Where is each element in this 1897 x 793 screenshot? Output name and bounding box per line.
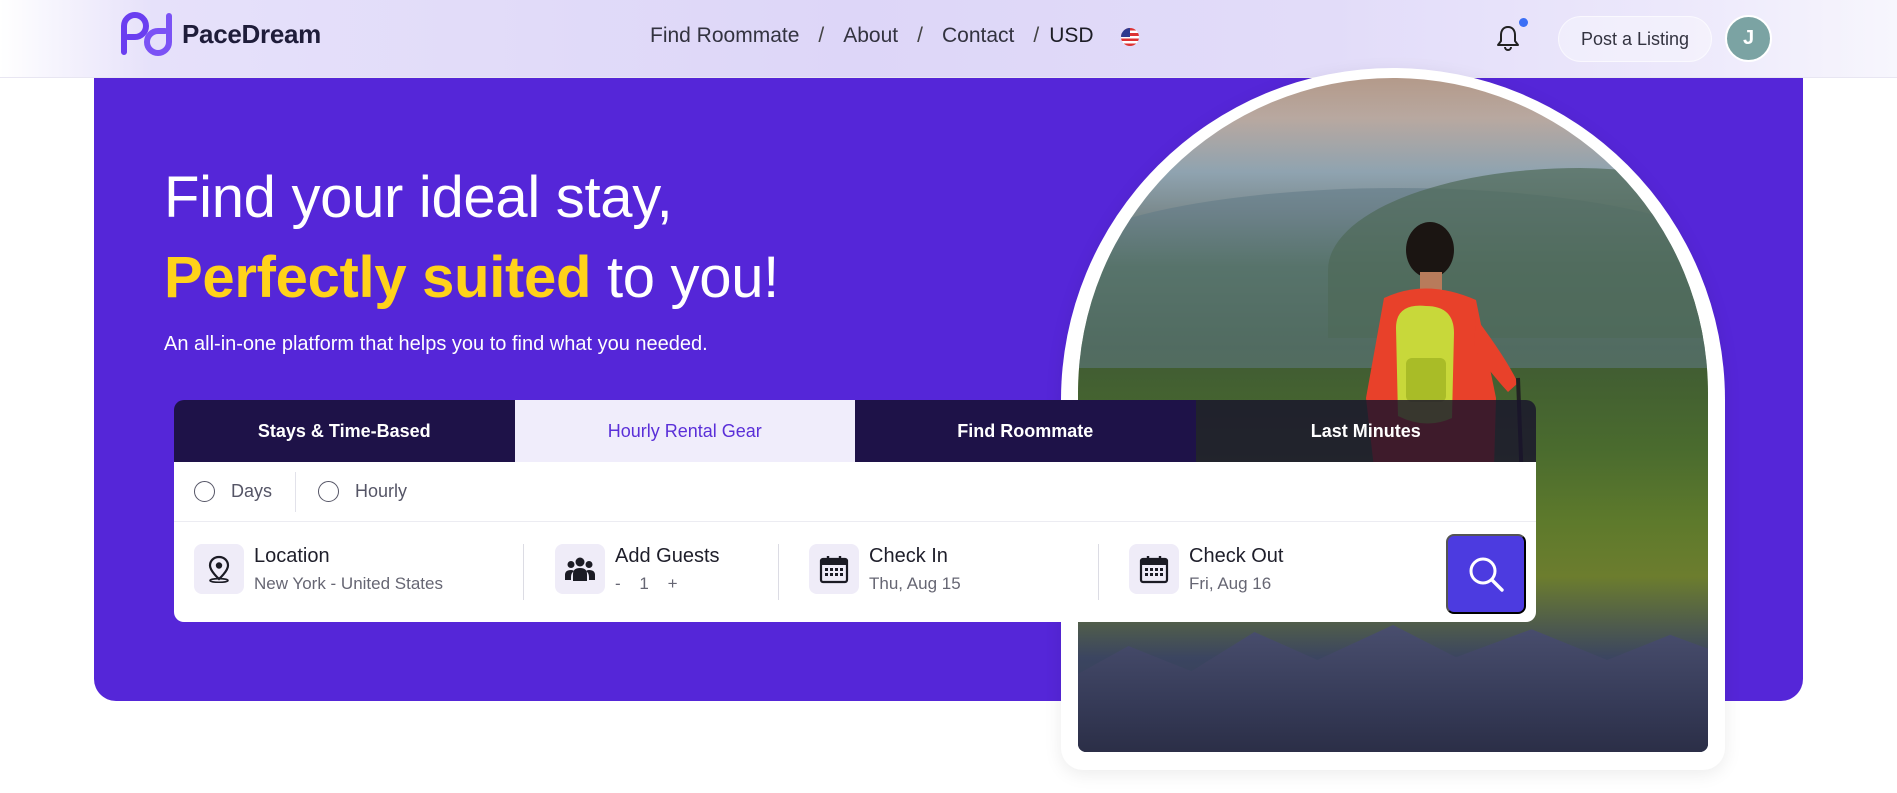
radio-hourly[interactable]: Hourly (318, 481, 407, 502)
bell-icon[interactable] (1495, 24, 1521, 52)
guests-minus-button[interactable]: - (615, 574, 623, 593)
hero-title-line1: Find your ideal stay, (164, 165, 673, 230)
nav-contact[interactable]: Contact (942, 24, 1014, 48)
currency-selector[interactable]: USD (1049, 24, 1093, 48)
logo-icon (121, 12, 172, 56)
post-listing-button[interactable]: Post a Listing (1558, 16, 1712, 62)
flag-us-icon[interactable] (1121, 28, 1139, 46)
brand-name: PaceDream (182, 18, 321, 49)
radio-circle[interactable] (318, 481, 339, 502)
check-in-label: Check In (869, 545, 948, 567)
radio-days-label: Days (231, 481, 273, 501)
nav-separator: / (1033, 24, 1040, 47)
brand-logo[interactable]: PaceDream (118, 12, 321, 56)
nav-separator: / (818, 24, 825, 47)
tab-hourly-rental-gear[interactable]: Hourly Rental Gear (514, 400, 855, 462)
nav-find-roommate[interactable]: Find Roommate (650, 24, 799, 48)
guests-stepper: - 1 + (615, 574, 720, 594)
tab-last-minutes[interactable]: Last Minutes (1195, 400, 1536, 462)
radio-circle[interactable] (194, 481, 215, 502)
guests-plus-button[interactable]: + (668, 574, 680, 593)
tab-find-roommate[interactable]: Find Roommate (855, 400, 1196, 462)
check-in-value: Thu, Aug 15 (869, 574, 961, 593)
hero-highlight: Perfectly suited (164, 245, 592, 310)
field-divider (523, 544, 524, 600)
location-field[interactable]: Location New York - United States (194, 544, 443, 594)
calendar-icon (819, 556, 849, 584)
location-pin-icon (208, 555, 230, 583)
field-divider (1098, 544, 1099, 600)
hero-title-rest: to you! (591, 245, 779, 310)
main-nav: Find Roommate / About / Contact / USD (650, 24, 1094, 48)
users-icon (565, 557, 595, 581)
check-in-field[interactable]: Check In Thu, Aug 15 (809, 544, 961, 594)
search-tabs: Stays & Time-Based Hourly Rental Gear Fi… (174, 400, 1536, 462)
location-value: New York - United States (254, 574, 443, 593)
calendar-icon (1139, 556, 1169, 584)
location-label: Location (254, 545, 330, 567)
guests-icon-box (555, 544, 605, 594)
nav-about[interactable]: About (843, 24, 898, 48)
radio-divider (295, 472, 296, 512)
check-out-value: Fri, Aug 16 (1189, 574, 1272, 593)
nav-separator: / (917, 24, 923, 47)
avatar[interactable]: J (1725, 15, 1772, 62)
hero-title-line2: Perfectly suited to you! (164, 244, 779, 311)
search-button[interactable] (1446, 534, 1526, 614)
search-icon (1469, 557, 1504, 592)
notification-dot (1519, 18, 1528, 27)
search-panel: Days Hourly Location New York - United S… (174, 462, 1536, 622)
radio-hourly-label: Hourly (355, 481, 408, 501)
guests-field: Add Guests - 1 + (555, 544, 720, 594)
location-icon-box (194, 544, 244, 594)
guests-label: Add Guests (615, 545, 720, 567)
check-out-field[interactable]: Check Out Fri, Aug 16 (1129, 544, 1283, 594)
duration-radio-group: Days Hourly (174, 462, 1536, 522)
hero-subtitle: An all-in-one platform that helps you to… (164, 333, 708, 355)
rocks-shape (1078, 625, 1708, 752)
search-widget: Stays & Time-Based Hourly Rental Gear Fi… (174, 400, 1536, 622)
check-in-icon-box (809, 544, 859, 594)
field-divider (778, 544, 779, 600)
check-out-label: Check Out (1189, 545, 1284, 567)
top-nav-bar: PaceDream Find Roommate / About / Contac… (0, 0, 1897, 78)
check-out-icon-box (1129, 544, 1179, 594)
tab-stays-time-based[interactable]: Stays & Time-Based (174, 400, 515, 462)
guests-count: 1 (639, 574, 651, 593)
radio-days[interactable]: Days (194, 481, 272, 502)
